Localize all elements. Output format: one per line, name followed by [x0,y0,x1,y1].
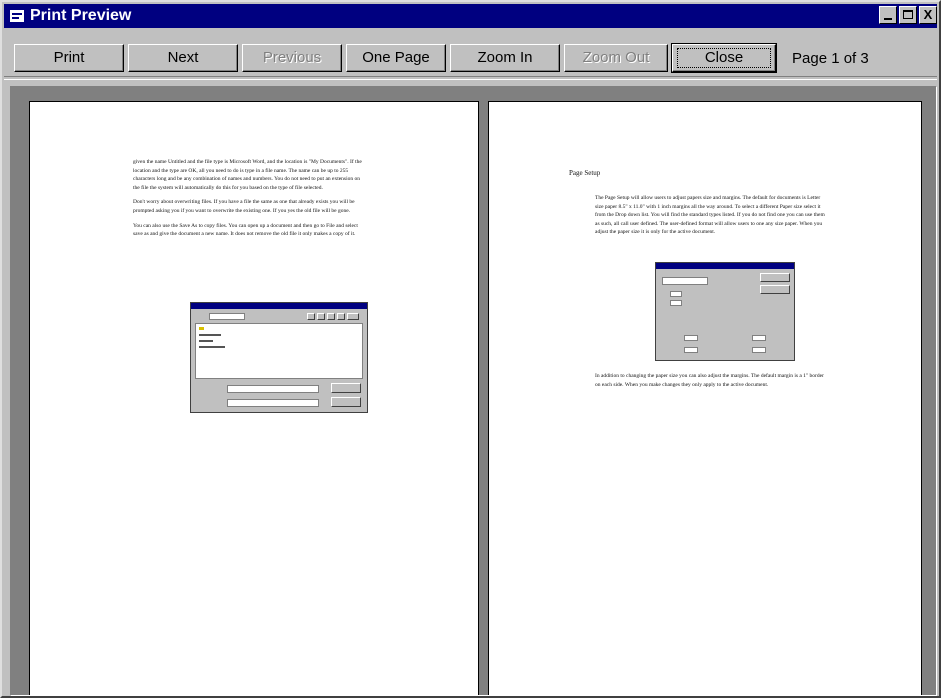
page-left-paragraph: Don't worry about overwriting files. If … [133,199,355,214]
zoom-out-button[interactable]: Zoom Out [564,44,668,72]
focus-rectangle [677,48,771,68]
dialog-image-margin [684,347,698,353]
maximize-icon [903,10,913,19]
minimize-icon [884,18,892,20]
dialog-image-margin [752,335,766,341]
dialog-image-toolbar-btn [307,313,315,320]
page-setup-dialog-image [655,262,795,361]
zoom-in-button[interactable]: Zoom In [450,44,560,72]
title-bar[interactable]: Print Preview X [4,4,937,28]
dialog-image-titlebar [191,303,367,309]
previous-button[interactable]: Previous [242,44,342,72]
dialog-image-savein [209,313,245,320]
dialog-image-toolbar-btn [327,313,335,320]
page-indicator: Page 1 of 3 [792,50,869,67]
dialog-image-height [670,300,682,306]
dialog-image-toolbar-btn [337,313,345,320]
dialog-image-filename [227,385,319,393]
maximize-button[interactable] [899,6,917,24]
dialog-image-cancel-btn [331,397,361,407]
close-window-button[interactable]: X [919,6,937,24]
one-page-button[interactable]: One Page [346,44,446,72]
window-controls: X [879,6,937,24]
dialog-image-toolbar-btn [347,313,359,320]
toolbar-divider [4,76,937,80]
page-right-text: The Page Setup will allow users to adjus… [595,194,827,243]
print-button[interactable]: Print [14,44,124,72]
folder-icon [199,327,204,330]
dialog-image-margin [752,347,766,353]
dialog-image-list-line [199,346,225,348]
dialog-image-list-line [199,340,213,342]
page-right-heading: Page Setup [569,169,601,177]
dialog-image-titlebar [656,263,794,269]
window-title: Print Preview [30,7,132,24]
page-right-paragraph: In addition to changing the paper size y… [595,373,824,388]
print-preview-window: Print Preview X Print Next Previous One … [0,0,941,698]
dialog-image-ok-btn [760,273,790,282]
preview-page-left[interactable]: given the name Untitled and the file typ… [29,101,479,695]
page-left-text: given the name Untitled and the file typ… [133,158,365,245]
dialog-image-paper-size [662,277,708,285]
print-preview-icon[interactable] [10,10,24,22]
dialog-image-list-line [199,334,221,336]
dialog-image-toolbar-btn [317,313,325,320]
minimize-button[interactable] [879,6,897,24]
dialog-image-cancel-btn [760,285,790,294]
page-left-paragraph: You can also use the Save As to copy fil… [133,222,358,238]
save-as-dialog-image [190,302,368,413]
page-right-paragraph: The Page Setup will allow users to adjus… [595,195,825,236]
next-button[interactable]: Next [128,44,238,72]
close-button[interactable]: Close [671,43,777,73]
preview-toolbar: Print Next Previous One Page Zoom In Zoo… [4,30,937,74]
preview-page-right[interactable]: Page Setup The Page Setup will allow use… [488,101,922,695]
dialog-image-width [670,291,682,297]
dialog-image-file-list [195,323,363,379]
page-left-paragraph: given the name Untitled and the file typ… [133,159,362,191]
dialog-image-save-btn [331,383,361,393]
dialog-image-margin [684,335,698,341]
dialog-image-filetype [227,399,319,407]
page-right-text: In addition to changing the paper size y… [595,372,827,395]
preview-area[interactable]: given the name Untitled and the file typ… [10,86,937,696]
